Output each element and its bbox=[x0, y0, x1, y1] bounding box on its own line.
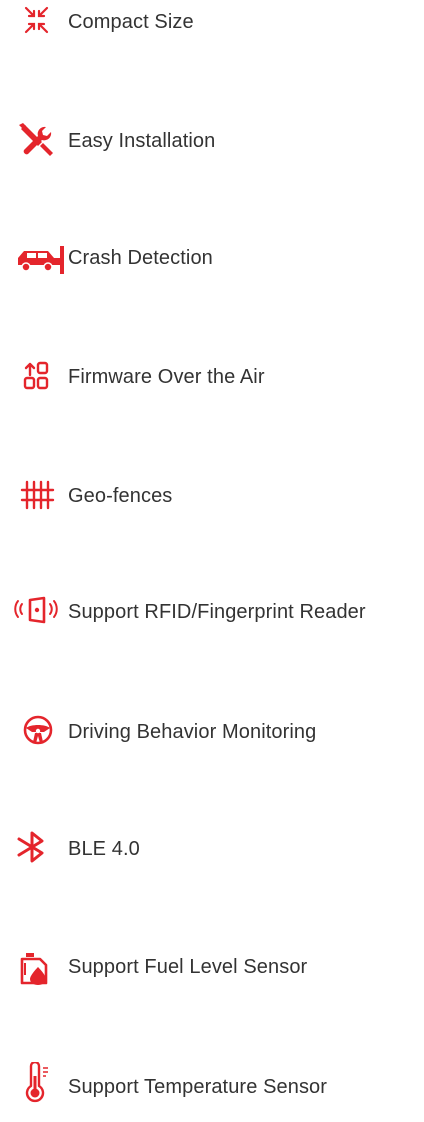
steering-wheel-icon bbox=[18, 712, 58, 752]
bluetooth-icon bbox=[14, 829, 54, 869]
thermometer-icon bbox=[18, 1062, 58, 1103]
feature-item-rfid-fingerprint: Support RFID/Fingerprint Reader bbox=[0, 592, 424, 632]
firmware-update-icon bbox=[22, 357, 62, 397]
feature-label: Crash Detection bbox=[68, 247, 213, 269]
compact-size-icon bbox=[22, 2, 62, 42]
rfid-reader-icon bbox=[14, 592, 58, 632]
feature-item-firmware-over-the-air: Firmware Over the Air bbox=[0, 357, 424, 397]
feature-label: Compact Size bbox=[68, 11, 194, 33]
feature-label: Geo-fences bbox=[68, 485, 173, 507]
feature-label: Support RFID/Fingerprint Reader bbox=[68, 601, 366, 623]
feature-item-temperature: Support Temperature Sensor bbox=[0, 1062, 424, 1103]
feature-item-ble: BLE 4.0 bbox=[0, 829, 424, 869]
feature-item-driving-behavior: Driving Behavior Monitoring bbox=[0, 712, 424, 752]
feature-item-compact-size: Compact Size bbox=[0, 2, 424, 42]
feature-item-crash-detection: Crash Detection bbox=[0, 238, 424, 278]
feature-list: Compact Size Easy Installation Crash Det… bbox=[0, 0, 424, 1122]
feature-label: Easy Installation bbox=[68, 130, 216, 152]
car-crash-icon bbox=[14, 238, 64, 278]
feature-label: Firmware Over the Air bbox=[68, 366, 265, 388]
wrench-screwdriver-icon bbox=[16, 121, 56, 161]
feature-item-geo-fences: Geo-fences bbox=[0, 476, 424, 516]
fuel-can-icon bbox=[16, 947, 56, 987]
feature-item-easy-installation: Easy Installation bbox=[0, 121, 424, 161]
feature-label: Support Fuel Level Sensor bbox=[68, 956, 308, 978]
feature-item-fuel-level: Support Fuel Level Sensor bbox=[0, 947, 424, 987]
feature-label: Driving Behavior Monitoring bbox=[68, 721, 317, 743]
feature-label: Support Temperature Sensor bbox=[68, 1076, 328, 1098]
geofence-icon bbox=[18, 476, 58, 516]
feature-label: BLE 4.0 bbox=[68, 838, 140, 860]
